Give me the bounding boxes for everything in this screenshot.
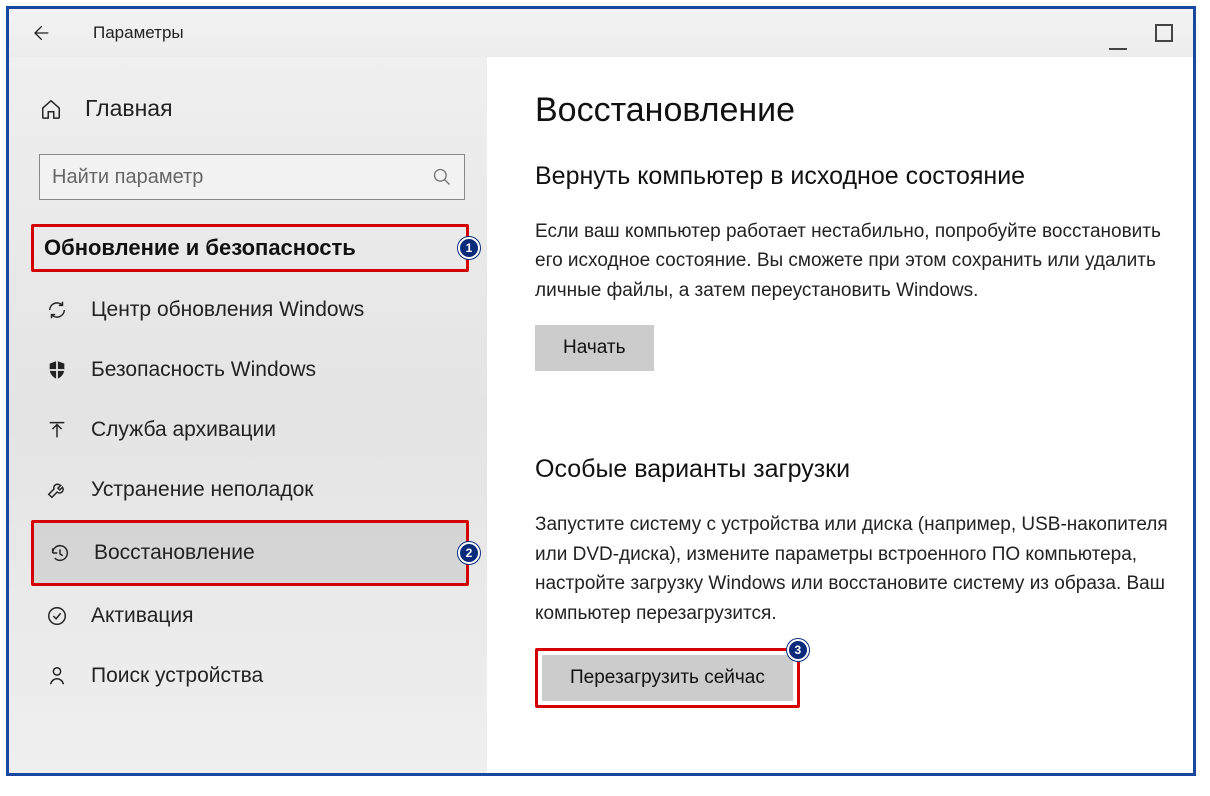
sidebar-section-label: Обновление и безопасность [44,235,356,260]
reset-pc-desc: Если ваш компьютер работает нестабильно,… [535,217,1175,305]
sidebar-item-security[interactable]: Безопасность Windows [9,340,487,400]
main-content: Восстановление Вернуть компьютер в исход… [487,57,1193,773]
annotation-badge-3: 3 [787,639,809,661]
sidebar-item-recovery[interactable]: Восстановление 2 [31,520,469,586]
sidebar-item-label: Активация [91,604,194,628]
home-icon [39,97,63,121]
sidebar-item-activation[interactable]: Активация [9,586,487,646]
minimize-icon [1109,32,1127,50]
sidebar: Главная Обновление и безопасность 1 Цент… [9,57,487,773]
minimize-button[interactable] [1109,24,1127,42]
check-circle-icon [45,604,69,628]
advanced-startup-title: Особые варианты загрузки [535,455,1183,484]
window-controls [1109,24,1179,42]
advanced-startup-desc: Запустите систему с устройства или диска… [535,510,1175,628]
sync-icon [45,298,69,322]
body: Главная Обновление и безопасность 1 Цент… [9,57,1193,773]
sidebar-item-label: Восстановление [94,541,255,565]
window-title: Параметры [93,23,184,43]
search-input[interactable] [52,166,432,189]
history-icon [48,541,72,565]
sidebar-item-label: Служба архивации [91,418,276,442]
sidebar-home[interactable]: Главная [9,83,487,134]
sidebar-item-find-my-device[interactable]: Поиск устройства [9,646,487,706]
search-box[interactable] [39,154,465,200]
page-title: Восстановление [535,91,1183,130]
sidebar-item-label: Безопасность Windows [91,358,316,382]
search-icon [432,167,452,187]
wrench-icon [45,478,69,502]
search-container [9,134,487,214]
shield-icon [45,358,69,382]
sidebar-item-windows-update[interactable]: Центр обновления Windows [9,280,487,340]
annotation-badge-1: 1 [458,237,480,259]
sidebar-item-label: Устранение неполадок [91,478,313,502]
device-find-icon [45,664,69,688]
maximize-icon [1155,24,1173,42]
sidebar-item-label: Поиск устройства [91,664,263,688]
maximize-button[interactable] [1155,24,1173,42]
sidebar-item-label: Центр обновления Windows [91,298,364,322]
reset-pc-title: Вернуть компьютер в исходное состояние [535,162,1183,191]
sidebar-section-header: Обновление и безопасность 1 [31,224,469,272]
annotation-badge-2: 2 [458,542,480,564]
sidebar-item-troubleshoot[interactable]: Устранение неполадок [9,460,487,520]
back-button[interactable] [23,16,57,50]
sidebar-item-backup[interactable]: Служба архивации [9,400,487,460]
sidebar-home-label: Главная [85,95,173,122]
reset-start-button[interactable]: Начать [535,325,654,371]
arrow-left-icon [30,23,50,43]
titlebar: Параметры [9,9,1193,57]
settings-window: Параметры Главная Обновление и безоп [6,6,1196,776]
upload-icon [45,418,69,442]
restart-now-button[interactable]: Перезагрузить сейчас [542,655,793,701]
restart-button-annotation: Перезагрузить сейчас 3 [535,648,800,708]
